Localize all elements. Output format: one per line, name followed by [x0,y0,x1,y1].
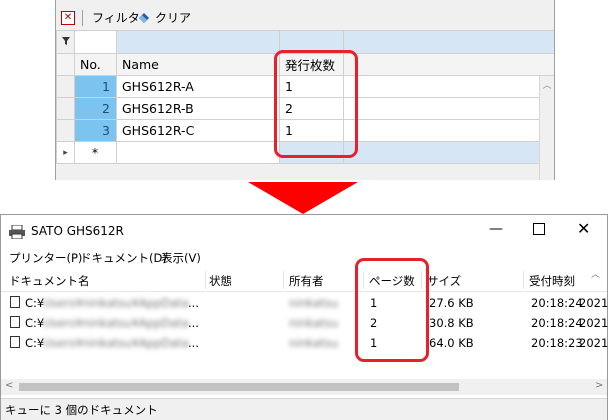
column-header-submitted[interactable]: 受付時刻 [529,273,575,289]
clear-button[interactable]: クリア [155,10,191,26]
title-bar: SATO GHS612R — ✕ [1,215,607,247]
doc-name: C:¥ [25,296,45,310]
size: 30.8 KB [429,316,474,330]
new-row-name[interactable] [116,141,280,164]
size: 64.0 KB [429,336,474,350]
column-header-no[interactable]: No. [74,53,117,76]
filter-cell-no[interactable] [74,30,117,54]
column-header-status[interactable]: 状態 [209,273,232,289]
row-indicator[interactable] [56,97,75,120]
minimize-button[interactable]: — [489,221,503,237]
row-number[interactable]: 1 [74,75,117,98]
time: 20:18:24 [531,296,583,310]
menu-bar: プリンター(P) ドキュメント(D) 表示(V) [1,249,607,267]
close-button[interactable]: ✕ [577,219,590,238]
doc-name: C:¥ [25,336,45,350]
row-number[interactable]: 2 [74,97,117,120]
column-header-size[interactable]: サイズ [427,273,461,289]
time: 20:18:23 [531,336,583,350]
new-row-arrow-icon: ▸ [56,141,75,164]
horizontal-scrollbar[interactable]: < > [1,379,607,395]
highlight-count-column [274,50,358,158]
date: 2021/ [579,296,608,310]
window-title: SATO GHS612R [31,224,124,238]
row-filler [343,75,554,98]
print-queue-window: SATO GHS612R — ✕ プリンター(P) ドキュメント(D) 表示(V… [0,214,608,420]
column-divider[interactable] [523,271,524,289]
scroll-thumb[interactable] [19,383,459,391]
column-divider[interactable] [283,271,284,289]
column-header-row: ドキュメント名 状態 所有者 ページ数 サイズ 受付時刻 ︿ [1,269,607,292]
row-filler [343,97,554,120]
menu-view[interactable]: 表示(V) [161,249,201,267]
eraser-icon[interactable] [137,10,151,24]
row-filler [343,119,554,142]
document-icon [10,316,20,328]
scroll-left-icon[interactable]: < [5,380,13,391]
row-name[interactable]: GHS612R-A [116,75,280,98]
owner: ninkatsu [289,316,339,330]
row-indicator[interactable] [56,119,75,142]
table-row[interactable]: C:¥ Users¥ninkatsu¥AppData¥Local¥Temp¥la… [1,293,608,312]
menu-document[interactable]: ドキュメント(D) [80,249,167,267]
printer-icon [9,224,25,242]
row-name[interactable]: GHS612R-C [116,119,280,142]
size: 27.6 KB [429,296,474,310]
row-number[interactable]: 3 [74,119,117,142]
column-divider[interactable] [205,271,206,289]
down-arrow-icon [248,182,358,214]
column-header-owner[interactable]: 所有者 [289,273,324,289]
menu-printer[interactable]: プリンター(P) [9,249,82,267]
sort-chevron-icon: ︿ [591,270,601,280]
doc-name-redacted: Users¥ninkatsu¥AppData¥Local¥Temp¥label [43,336,188,350]
doc-name-redacted: Users¥ninkatsu¥AppData¥Local¥Temp¥label [43,296,188,310]
doc-name-redacted: Users¥ninkatsu¥AppData¥Local¥Temp¥label [43,316,188,330]
doc-ellipsis: ... [188,316,199,330]
filter-cell-rest[interactable] [343,30,554,54]
scroll-right-icon[interactable]: > [595,380,603,391]
time: 20:18:24 [531,316,583,330]
document-icon [10,336,20,348]
doc-ellipsis: ... [188,296,199,310]
date: 2021/ [579,316,608,330]
document-icon [10,296,20,308]
filter-row-indicator [56,30,75,54]
doc-ellipsis: ... [188,336,199,350]
row-indicator[interactable] [56,75,75,98]
header-indicator [56,53,75,76]
toolbar-separator [82,10,83,26]
table-row[interactable]: C:¥ Users¥ninkatsu¥AppData¥Local¥Temp¥la… [1,313,608,332]
filter-label[interactable]: フィルタ [92,10,140,26]
funnel-icon [61,36,70,48]
status-text: キューに 3 個のドキュメント [5,403,158,417]
doc-name: C:¥ [25,316,45,330]
highlight-pages-column [355,258,429,362]
grid-toolbar: ✕ フィルタ クリア [56,6,554,30]
table-row[interactable]: C:¥ Users¥ninkatsu¥AppData¥Local¥Temp¥la… [1,333,608,352]
maximize-button[interactable] [533,223,545,235]
grid-vertical-scrollbar[interactable]: ︿ [539,76,554,180]
owner: ninkatsu [289,336,339,350]
column-header-filler [343,53,554,76]
scroll-up-icon[interactable]: ︿ [540,78,554,91]
date: 2021/ [579,336,608,350]
new-row-marker: * [74,141,117,164]
new-row-filler[interactable] [343,141,554,164]
filter-cell-name[interactable] [116,30,280,54]
row-name[interactable]: GHS612R-B [116,97,280,120]
clear-filter-x-icon[interactable]: ✕ [61,11,75,25]
column-header-name[interactable]: Name [116,53,280,76]
status-bar: キューに 3 個のドキュメント [1,398,607,420]
column-header-document[interactable]: ドキュメント名 [9,273,90,289]
owner: ninkatsu [289,296,339,310]
